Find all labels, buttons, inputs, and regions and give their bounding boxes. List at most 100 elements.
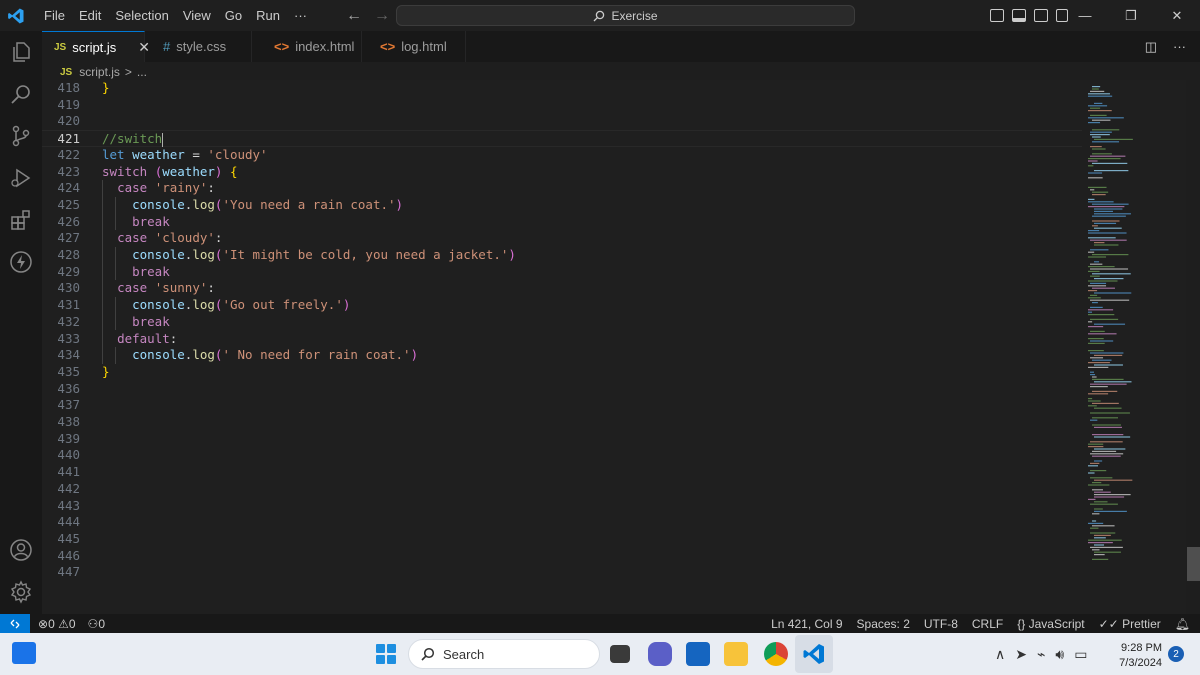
code-line[interactable]: 428 console.log('It might be cold, you n… — [42, 247, 1082, 264]
location-icon[interactable]: ➤ — [1015, 646, 1027, 663]
cursor-position[interactable]: Ln 421, Col 9 — [771, 617, 842, 631]
code-line[interactable]: 423 switch (weather) { — [42, 164, 1082, 181]
code-line[interactable]: 434 console.log(' No need for rain coat.… — [42, 347, 1082, 364]
tab-script-js[interactable]: JS script.js ✕ — [42, 31, 150, 62]
code-line[interactable]: 432 break — [42, 314, 1082, 331]
menu-go[interactable]: Go — [218, 0, 249, 31]
minimap[interactable] — [1086, 80, 1186, 614]
widgets-icon[interactable] — [12, 642, 36, 664]
tab-style-css[interactable]: # style.css — [145, 31, 252, 62]
code-line[interactable]: 437 — [42, 397, 1082, 414]
tab-log-html[interactable]: <> log.html — [362, 31, 466, 62]
toggle-primary-sidebar-icon[interactable] — [990, 9, 1004, 22]
store-icon[interactable] — [686, 642, 710, 666]
code-line[interactable]: 419 — [42, 97, 1082, 114]
vscode-taskbar-icon[interactable] — [802, 642, 826, 666]
menu-edit[interactable]: Edit — [72, 0, 108, 31]
code-line[interactable]: 433 default: — [42, 331, 1082, 348]
menu-selection[interactable]: Selection — [108, 0, 175, 31]
code-line[interactable]: 447 — [42, 564, 1082, 581]
minimap-stroke — [1092, 162, 1128, 164]
code-line[interactable]: 435} — [42, 364, 1082, 381]
toggle-secondary-sidebar-icon[interactable] — [1034, 9, 1048, 22]
menu-more[interactable]: ··· — [287, 0, 314, 31]
toggle-panel-icon[interactable] — [1012, 9, 1026, 22]
source-control-icon[interactable] — [9, 124, 33, 148]
code-line[interactable]: 420 — [42, 113, 1082, 130]
scrollbar-thumb[interactable] — [1187, 547, 1200, 581]
code-line[interactable]: 444 — [42, 514, 1082, 531]
code-line[interactable]: 427 case 'cloudy': — [42, 230, 1082, 247]
notifications-bell-icon[interactable]: 🔔︎ — [1175, 617, 1190, 631]
code-line[interactable]: 443 — [42, 498, 1082, 515]
minimap-stroke — [1092, 129, 1120, 131]
code-line[interactable]: 445 — [42, 531, 1082, 548]
taskbar-search[interactable]: Search — [408, 639, 600, 669]
network-icon[interactable]: ⌁ — [1037, 646, 1045, 663]
code-line[interactable]: 424 case 'rainy': — [42, 180, 1082, 197]
code-line[interactable]: 442 — [42, 481, 1082, 498]
code-editor[interactable]: 418} 419 420 421//switch 422 let weather = 'c… — [42, 80, 1186, 614]
problems-indicator[interactable]: ⊗0 ⚠0 — [38, 617, 76, 631]
explorer-icon[interactable] — [9, 40, 33, 64]
prettier-status[interactable]: ✓✓ Prettier — [1099, 617, 1161, 631]
menu-view[interactable]: View — [176, 0, 218, 31]
menu-file[interactable]: File — [37, 0, 72, 31]
breadcrumb-file[interactable]: script.js — [79, 65, 120, 79]
split-editor-icon[interactable]: ◫ — [1145, 39, 1157, 55]
minimap-stroke — [1092, 434, 1124, 436]
code-line[interactable]: 439 — [42, 431, 1082, 448]
code-line[interactable]: 418} — [42, 80, 1082, 97]
minimap-stroke — [1094, 407, 1122, 409]
clock[interactable]: 9:28 PM 7/3/2024 — [1110, 641, 1162, 671]
code-line[interactable]: 446 — [42, 548, 1082, 565]
code-line[interactable]: 440 — [42, 447, 1082, 464]
remote-indicator-icon[interactable] — [0, 614, 30, 633]
code-line[interactable]: 426 break — [42, 214, 1082, 231]
run-debug-icon[interactable] — [9, 166, 33, 190]
code-line[interactable]: 431 console.log('Go out freely.') — [42, 297, 1082, 314]
command-center-search[interactable]: Exercise — [396, 5, 855, 26]
task-view-icon[interactable] — [610, 645, 630, 663]
code-line[interactable]: 422 let weather = 'cloudy' — [42, 147, 1082, 164]
battery-icon[interactable]: ▭ — [1074, 646, 1087, 663]
minimap-stroke — [1094, 534, 1111, 536]
code-line[interactable]: 436 — [42, 381, 1082, 398]
file-explorer-icon[interactable] — [724, 642, 748, 666]
code-line[interactable]: 421 //switch — [42, 130, 1082, 147]
encoding[interactable]: UTF-8 — [924, 617, 958, 631]
extensions-icon[interactable] — [9, 208, 33, 232]
code-line[interactable]: 438 — [42, 414, 1082, 431]
css-file-icon: # — [163, 39, 171, 54]
minimap-stroke — [1094, 364, 1123, 366]
code-line[interactable]: 425 console.log('You need a rain coat.') — [42, 197, 1082, 214]
close-icon[interactable]: ✕ — [1154, 0, 1200, 31]
back-arrow-icon[interactable]: ← — [346, 7, 362, 25]
indentation[interactable]: Spaces: 2 — [857, 617, 910, 631]
ports-indicator[interactable]: ⚇0 — [88, 617, 105, 631]
forward-arrow-icon[interactable]: → — [374, 7, 390, 25]
notification-badge[interactable]: 2 — [1168, 646, 1184, 662]
search-sidebar-icon[interactable] — [9, 82, 33, 106]
chevron-up-icon[interactable]: ∧ — [995, 646, 1005, 663]
start-button-icon[interactable] — [376, 644, 396, 664]
restore-icon[interactable]: ❐ — [1108, 0, 1154, 31]
code-line[interactable]: 441 — [42, 464, 1082, 481]
end-of-line[interactable]: CRLF — [972, 617, 1003, 631]
breadcrumb-more[interactable]: ... — [137, 65, 147, 79]
language-mode[interactable]: {} JavaScript — [1017, 617, 1084, 631]
settings-gear-icon[interactable] — [9, 580, 33, 604]
menu-run[interactable]: Run — [249, 0, 287, 31]
minimap-stroke — [1088, 539, 1122, 541]
lightning-icon[interactable] — [9, 250, 33, 274]
tab-index-html[interactable]: <> index.html — [252, 31, 362, 62]
chat-icon[interactable] — [648, 642, 672, 666]
code-line[interactable]: 430 case 'sunny': — [42, 280, 1082, 297]
minimize-icon[interactable]: — — [1062, 0, 1108, 31]
vertical-scrollbar[interactable] — [1186, 80, 1200, 614]
volume-icon[interactable]: 🔊︎ — [1055, 646, 1064, 663]
code-line[interactable]: 429 break — [42, 264, 1082, 281]
more-actions-icon[interactable]: ··· — [1173, 39, 1186, 54]
account-icon[interactable] — [9, 538, 33, 562]
chrome-icon[interactable] — [764, 642, 788, 666]
